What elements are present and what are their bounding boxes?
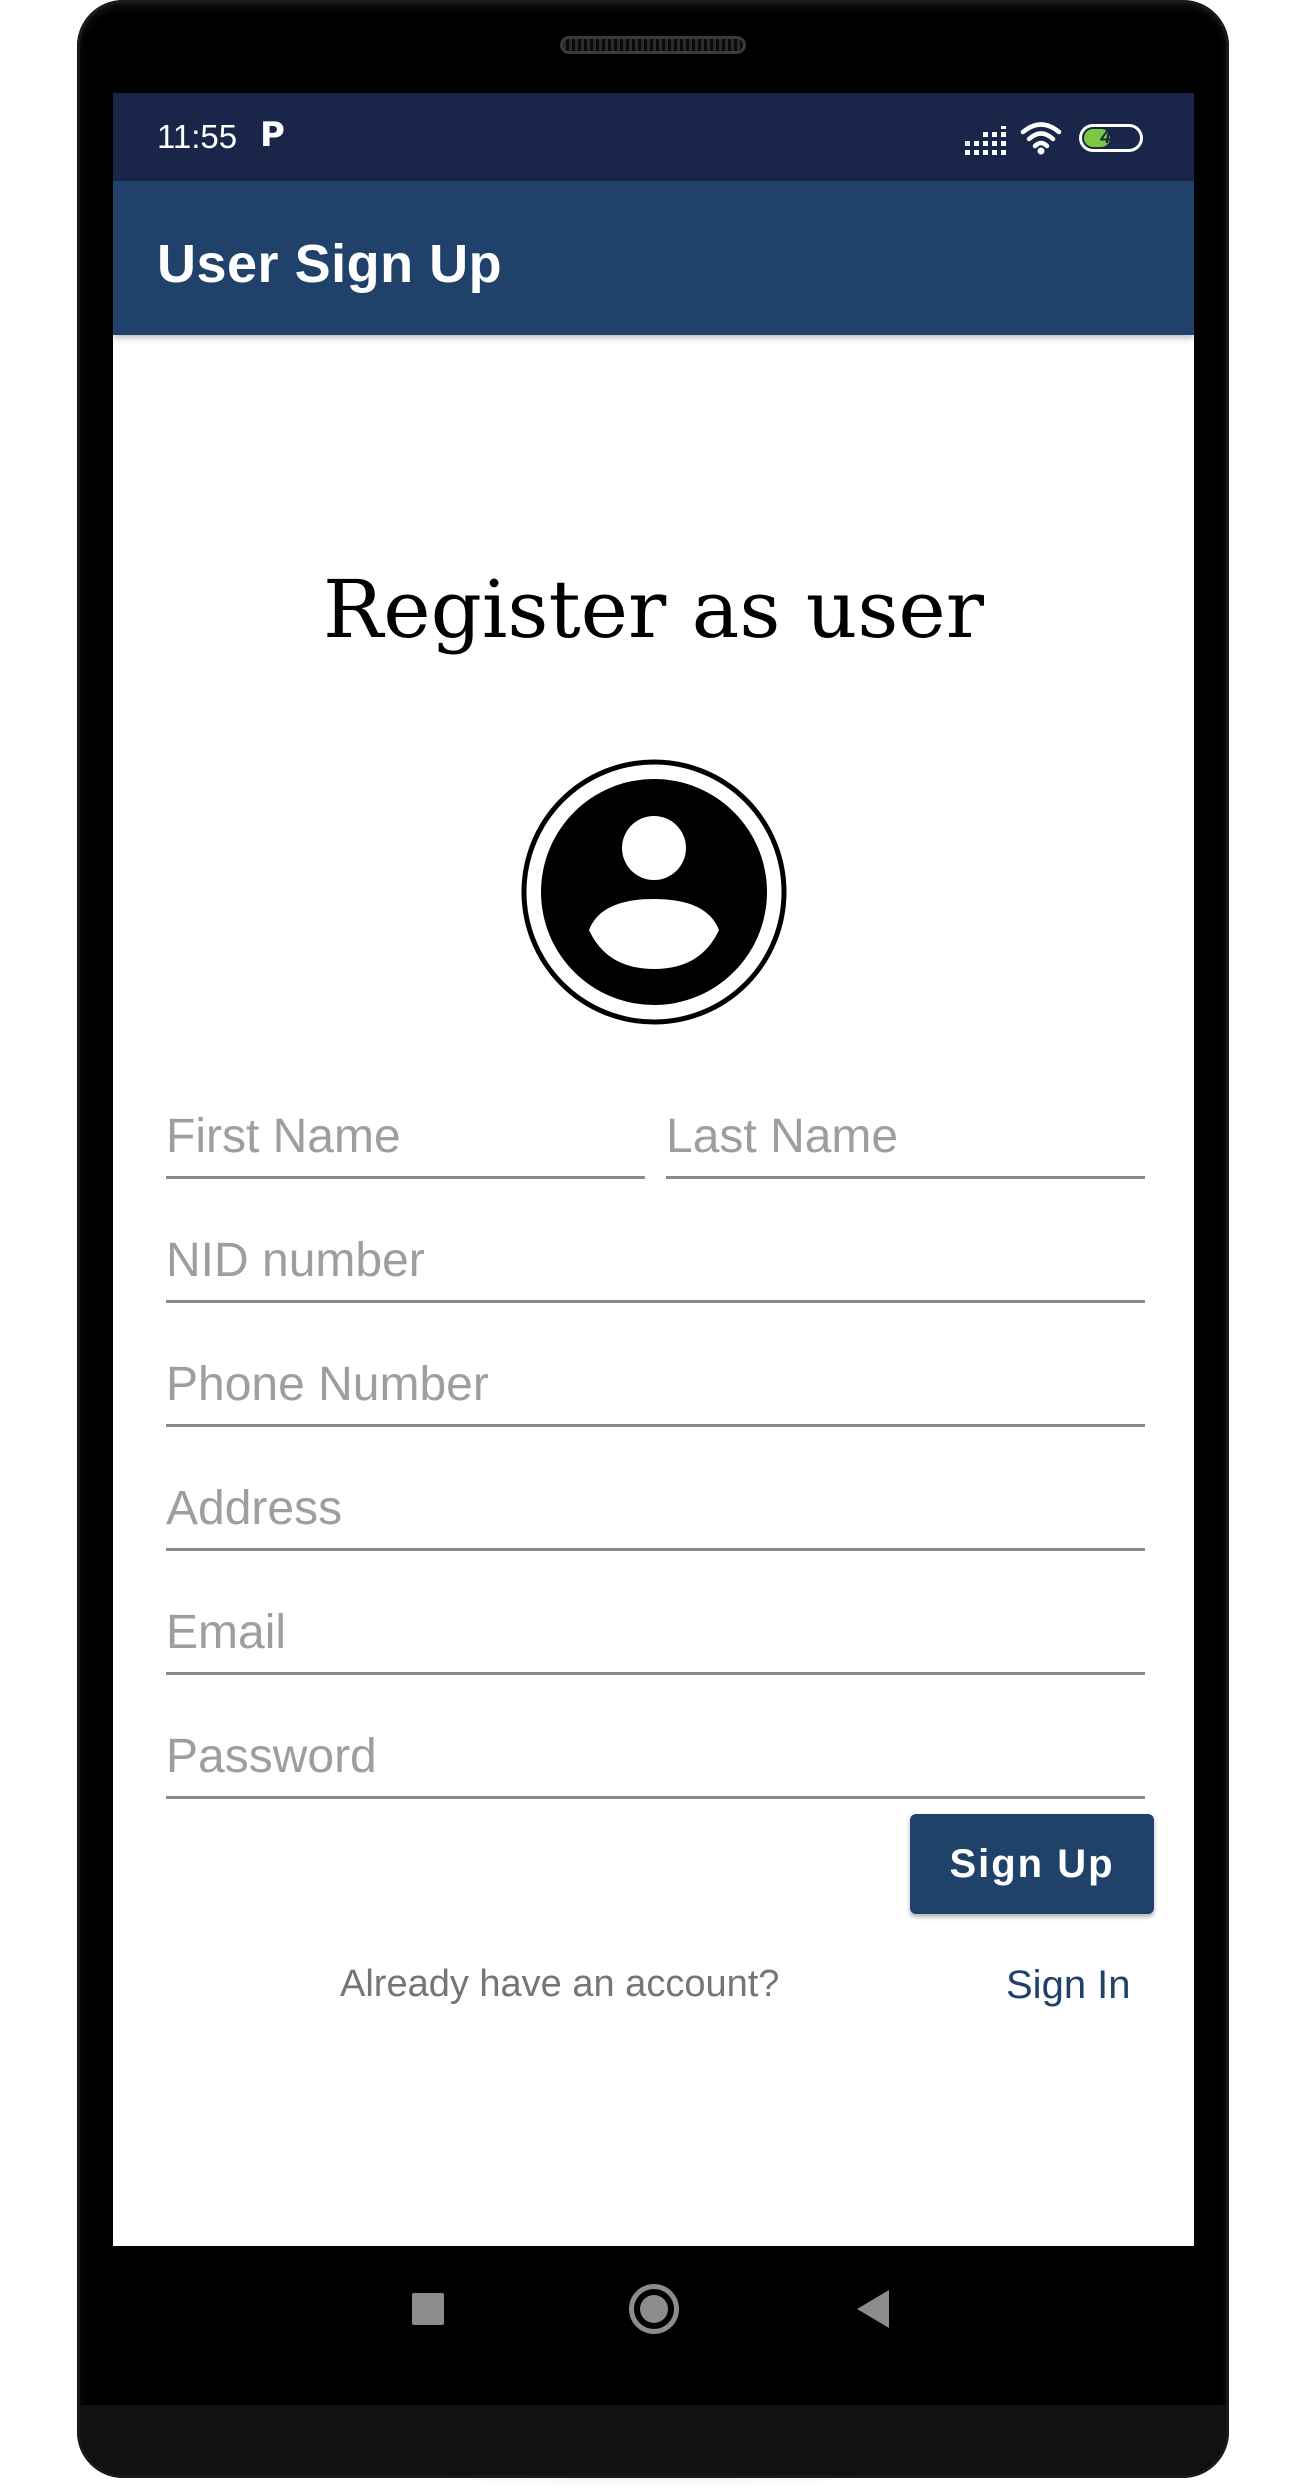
last-name-placeholder: Last Name xyxy=(666,1110,899,1163)
wifi-icon xyxy=(1020,122,1062,155)
phone-number-placeholder: Phone Number xyxy=(166,1358,489,1411)
account-prompt-text: Already have an account? xyxy=(340,1963,780,2005)
address-field[interactable]: Address xyxy=(166,1471,1145,1551)
app-bar-title: User Sign Up xyxy=(157,234,503,294)
sign-in-link[interactable]: Sign In xyxy=(1006,1963,1131,2008)
nid-number-field[interactable]: NID number xyxy=(166,1223,1145,1303)
sign-up-button[interactable]: Sign Up xyxy=(910,1814,1154,1914)
page-heading: Register as user xyxy=(323,563,984,656)
address-placeholder: Address xyxy=(166,1482,343,1535)
first-name-field[interactable]: First Name xyxy=(166,1099,645,1179)
email-field[interactable]: Email xyxy=(166,1595,1145,1675)
back-icon[interactable] xyxy=(857,2290,889,2328)
phone-chin xyxy=(80,2405,1226,2475)
battery-level-text: 47 xyxy=(1100,127,1122,148)
first-name-placeholder: First Name xyxy=(166,1110,401,1163)
email-placeholder: Email xyxy=(166,1606,287,1659)
status-time: 11:55 xyxy=(157,118,238,155)
last-name-field[interactable]: Last Name xyxy=(666,1099,1145,1179)
recents-icon[interactable] xyxy=(412,2293,444,2325)
home-icon[interactable] xyxy=(629,2284,679,2334)
battery-icon: 47 xyxy=(1079,124,1143,152)
password-placeholder: Password xyxy=(166,1730,377,1783)
signal-icon xyxy=(965,126,1006,155)
phone-number-field[interactable]: Phone Number xyxy=(166,1347,1145,1427)
screen: 11:55 P 47 User Sign Up Register as user… xyxy=(113,93,1194,2246)
status-bar: 11:55 P 47 xyxy=(113,93,1194,181)
phone-speaker xyxy=(560,36,746,54)
password-field[interactable]: Password xyxy=(166,1719,1145,1799)
notification-p-icon: P xyxy=(260,115,285,155)
app-bar: User Sign Up xyxy=(113,181,1194,335)
nid-number-placeholder: NID number xyxy=(166,1234,425,1287)
account-circle-icon[interactable] xyxy=(521,759,787,1025)
